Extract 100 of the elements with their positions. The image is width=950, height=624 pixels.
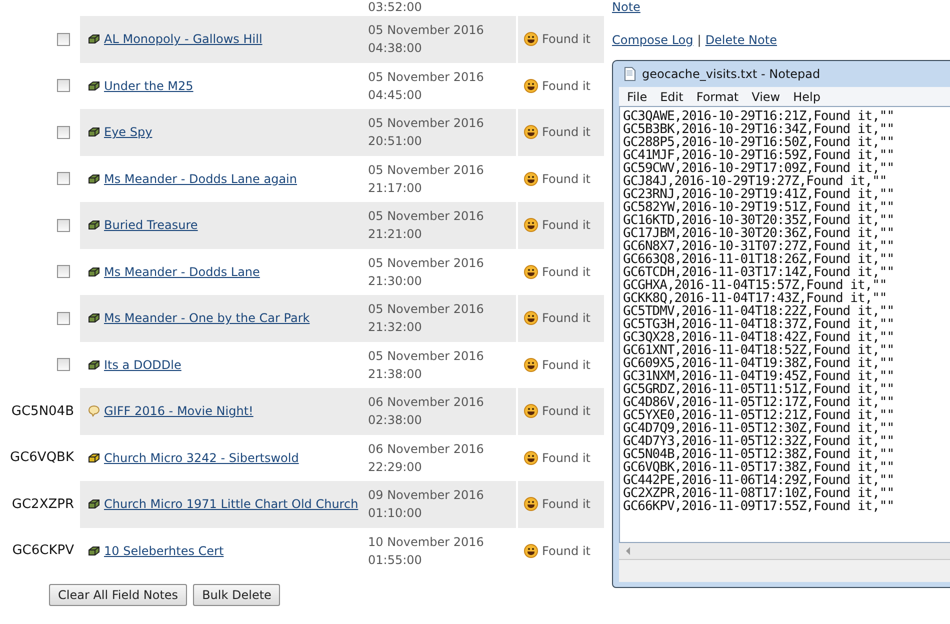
- log-date: 05 November 2016: [368, 68, 484, 86]
- log-type: Found it: [542, 264, 590, 281]
- box-icon: [88, 358, 100, 371]
- text-line: GCGHXA,2016-11-04T15:57Z,Found it,"": [623, 279, 888, 292]
- cache-name-link[interactable]: Church Micro 3242 - Sibertswold: [104, 450, 299, 465]
- log-time: 01:55:00: [368, 552, 422, 569]
- log-date: 05 November 2016: [368, 162, 484, 179]
- window-title: geocache_visits.txt - Notepad: [642, 67, 820, 81]
- log-date: 05 November 2016: [368, 208, 484, 226]
- text-line: GC5TG3H,2016-11-04T18:37Z,Found it,"": [623, 318, 896, 331]
- checkbox[interactable]: [56, 172, 70, 186]
- horizontal-scrollbar[interactable]: [619, 543, 950, 559]
- text-line: GC5B3BK,2016-10-29T16:34Z,Found it,"": [623, 123, 896, 136]
- box-icon: [88, 219, 100, 232]
- log-date: 05 November 2016: [368, 115, 484, 132]
- cache-name-link[interactable]: Its a DODDle: [104, 358, 182, 372]
- cache-name-link[interactable]: GIFF 2016 - Movie Night!: [104, 404, 254, 418]
- text-line: GC5TDMV,2016-11-04T18:22Z,Found it,"": [623, 305, 896, 318]
- cache-name-link[interactable]: AL Monopoly - Gallows Hill: [104, 32, 262, 46]
- smiley-icon: [524, 125, 538, 140]
- cache-code: GC6CKPV: [12, 543, 74, 558]
- log-time: 21:21:00: [368, 226, 422, 244]
- menu-item[interactable]: Help: [793, 90, 820, 104]
- menu-item[interactable]: View: [752, 90, 780, 104]
- cache-name-link[interactable]: Buried Treasure: [104, 218, 198, 232]
- speech-bubble-icon: [88, 405, 100, 418]
- cache-name-link[interactable]: 10 Seleberhtes Cert: [104, 544, 224, 558]
- log-date: 06 November 2016: [368, 394, 484, 412]
- menu-item[interactable]: File: [627, 90, 648, 104]
- log-type: Found it: [542, 170, 590, 188]
- log-time: 02:38:00: [368, 412, 422, 430]
- text-line: GC663Q8,2016-11-01T18:26Z,Found it,"": [623, 253, 896, 266]
- compose-log-link[interactable]: Compose Log: [612, 32, 694, 47]
- log-time: 01:10:00: [368, 505, 422, 522]
- action-button[interactable]: Bulk Delete: [193, 584, 280, 606]
- log-type: Found it: [542, 124, 590, 142]
- menu-item[interactable]: Edit: [660, 90, 684, 104]
- log-time: 20:51:00: [368, 133, 422, 150]
- checkbox[interactable]: [56, 32, 70, 46]
- cache-name-link[interactable]: Ms Meander - Dodds Lane: [104, 264, 260, 279]
- delete-note-link[interactable]: Delete Note: [705, 32, 777, 47]
- smiley-icon: [524, 450, 538, 465]
- log-time: 21:32:00: [368, 319, 422, 336]
- log-time: 21:30:00: [368, 272, 422, 290]
- checkbox[interactable]: [56, 312, 70, 325]
- log-date: 05 November 2016: [368, 254, 484, 272]
- box-icon: [88, 312, 100, 324]
- log-time: 21:17:00: [368, 180, 422, 197]
- checkbox[interactable]: [56, 79, 70, 92]
- log-type: Found it: [542, 403, 590, 420]
- text-line: GC3QAWE,2016-10-29T16:21Z,Found it,"": [623, 110, 896, 123]
- text-line: GC609X5,2016-11-04T19:38Z,Found it,"": [623, 357, 896, 370]
- text-line: GC16KTD,2016-10-30T20:35Z,Found it,"": [623, 214, 896, 227]
- text-line: GC31NXM,2016-11-04T19:45Z,Found it,"": [623, 370, 896, 383]
- text-line: GCJ84J,2016-10-29T19:27Z,Found it,"": [623, 175, 887, 188]
- text-line: GC582YW,2016-10-29T19:51Z,Found it,"": [623, 201, 896, 214]
- smiley-icon: [524, 358, 538, 372]
- separator: |: [697, 32, 702, 47]
- log-time: 04:45:00: [368, 86, 422, 104]
- smiley-icon: [524, 32, 538, 46]
- text-line: GC442PE,2016-11-06T14:29Z,Found it,"": [623, 474, 896, 487]
- log-type: Found it: [542, 542, 590, 560]
- smiley-icon: [524, 497, 538, 512]
- log-date: 05 November 2016: [368, 301, 484, 318]
- text-line: GC17JBM,2016-10-30T20:36Z,Found it,"": [623, 227, 896, 240]
- log-time: 21:38:00: [368, 366, 422, 383]
- text-line: GC6TCDH,2016-11-03T17:14Z,Found it,"": [623, 266, 896, 279]
- log-time: 22:29:00: [368, 458, 422, 476]
- menu-item[interactable]: Format: [696, 90, 739, 104]
- smiley-icon: [524, 404, 538, 418]
- box-icon: [88, 452, 100, 464]
- cache-code: GC5N04B: [11, 404, 74, 419]
- smiley-icon: [524, 218, 538, 232]
- text-line: GC66KPV,2016-11-09T17:55Z,Found it,"": [623, 500, 896, 513]
- text-line: GC41MJF,2016-10-29T16:59Z,Found it,"": [623, 149, 896, 162]
- box-icon: [88, 498, 100, 510]
- left-arrow-icon[interactable]: [625, 547, 631, 555]
- log-date: 05 November 2016: [368, 22, 484, 40]
- text-line: GCKK8Q,2016-11-04T17:43Z,Found it,"": [623, 292, 887, 305]
- log-date: 10 November 2016: [368, 534, 484, 551]
- text-line: GC3QX28,2016-11-04T18:42Z,Found it,"": [623, 331, 896, 344]
- smiley-icon: [524, 311, 538, 326]
- checkbox[interactable]: [56, 126, 70, 139]
- checkbox[interactable]: [56, 265, 70, 278]
- log-type: Found it: [542, 217, 590, 234]
- smiley-icon: [524, 544, 538, 558]
- delete-note-link[interactable]: Note: [612, 2, 640, 12]
- log-type: Found it: [542, 31, 590, 48]
- text-line: GC59CWV,2016-10-29T17:09Z,Found it,"": [623, 162, 896, 175]
- box-icon: [88, 266, 100, 278]
- checkbox[interactable]: [56, 218, 70, 232]
- text-area[interactable]: [619, 106, 950, 543]
- cache-name-link[interactable]: Ms Meander - Dodds Lane again: [104, 172, 297, 186]
- box-icon: [88, 80, 100, 92]
- cache-name-link[interactable]: Eye Spy: [104, 125, 152, 140]
- action-button[interactable]: Clear All Field Notes: [49, 584, 188, 606]
- cache-name-link[interactable]: Under the M25: [104, 78, 194, 93]
- text-line: GC5YXE0,2016-11-05T12:21Z,Found it,"": [623, 409, 896, 422]
- text-line: GC2XZPR,2016-11-08T17:10Z,Found it,"": [623, 487, 896, 500]
- checkbox[interactable]: [56, 358, 70, 372]
